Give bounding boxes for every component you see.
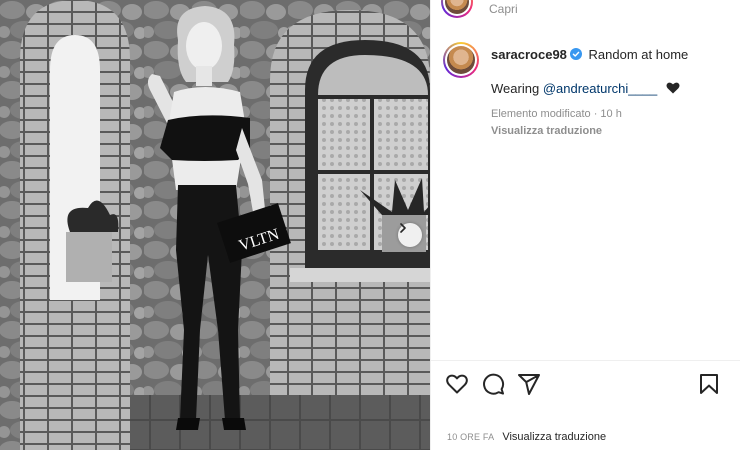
actions-divider (431, 360, 740, 361)
post-side-panel: Capri saracroce98 Random at home Wearing… (430, 0, 740, 450)
caption-body: saracroce98 Random at home Wearing @andr… (491, 46, 731, 140)
post-time: 10 ORE FA (447, 432, 495, 442)
verified-badge-icon (569, 48, 582, 60)
caption-avatar[interactable] (443, 42, 479, 78)
edited-timestamp: Elemento modificato · 10 h (491, 108, 622, 120)
heart-outline-icon[interactable] (445, 372, 469, 396)
black-heart-emoji (666, 82, 680, 94)
footer-translation-link[interactable]: Visualizza traduzione (502, 431, 606, 443)
mention-link[interactable]: @andreaturchi____ (543, 81, 657, 96)
bookmark-icon[interactable] (697, 372, 721, 396)
caption-text: Random at home (588, 47, 689, 62)
avatar-image (447, 46, 475, 74)
action-bar (445, 372, 735, 396)
comment-bubble-icon[interactable] (481, 372, 505, 396)
username[interactable]: saracroce98 (491, 47, 567, 62)
photo-illustration: VLTN (0, 0, 430, 450)
post-footer: 10 ORE FA Visualizza traduzione (447, 431, 606, 443)
post-location[interactable]: Capri (489, 2, 518, 16)
caption-second-line: Wearing @andreaturchi____ (491, 80, 731, 97)
wearing-prefix: Wearing (491, 81, 540, 96)
avatar-image (445, 0, 469, 14)
header-avatar[interactable] (441, 0, 473, 18)
post-photo[interactable]: VLTN (0, 0, 430, 450)
chevron-right-icon (400, 223, 406, 233)
paper-plane-icon[interactable] (517, 372, 541, 396)
next-photo-button[interactable] (398, 223, 422, 247)
see-translation-link[interactable]: Visualizza traduzione (491, 123, 731, 140)
